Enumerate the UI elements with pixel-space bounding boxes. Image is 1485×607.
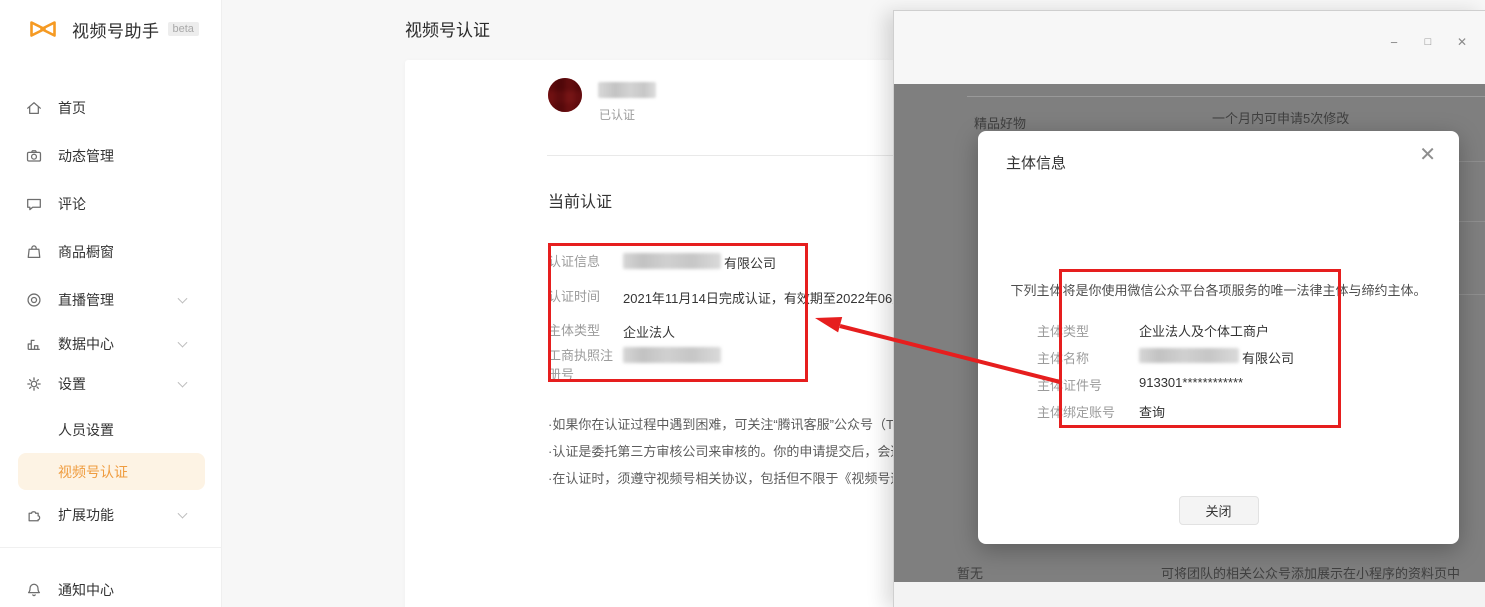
sidebar-item-label: 直播管理 <box>58 290 114 310</box>
sidebar-subitem-label: 视频号认证 <box>58 462 128 482</box>
avatar-blur <box>548 78 582 112</box>
sidebar-item-settings[interactable]: 设置 <box>0 370 222 398</box>
window-close-button[interactable]: ✕ <box>1445 29 1479 55</box>
app-title: 视频号助手 <box>72 17 160 42</box>
comment-icon <box>25 195 43 213</box>
window-maximize-button[interactable]: □ <box>1411 29 1445 55</box>
dimmed-label-none: 暂无 <box>957 563 983 582</box>
dimmed-row-divider <box>1459 161 1485 162</box>
field-label: 主体名称 <box>1037 348 1139 367</box>
dimmed-divider <box>967 96 1485 97</box>
puzzle-icon <box>25 506 43 524</box>
field-value: 2021年11月14日完成认证，有效期至2022年06月11日 <box>623 288 932 307</box>
redacted-value <box>623 253 721 269</box>
bag-icon <box>25 243 43 261</box>
modal-close-button[interactable]: 关闭 <box>1179 496 1259 525</box>
window-minimize-button[interactable]: − <box>1377 29 1411 55</box>
field-value-suffix: 有限公司 <box>724 253 776 272</box>
app-root: 视频号助手 beta 首页 动态管理 评论 商品橱窗 直播管理 数据中心 <box>0 0 1485 607</box>
sidebar-item-label: 设置 <box>58 374 86 394</box>
sidebar-item-label: 扩展功能 <box>58 505 114 525</box>
field-row-license-number: 工商执照注册号 <box>548 347 724 385</box>
sidebar-item-moments[interactable]: 动态管理 <box>0 142 222 170</box>
avatar <box>548 78 582 112</box>
dimmed-label-modify-limit: 一个月内可申请5次修改 <box>1212 108 1349 127</box>
sidebar-item-label: 通知中心 <box>58 580 114 600</box>
modal-intro-text: 下列主体将是你使用微信公众平台各项服务的唯一法律主体与缔约主体。 <box>978 280 1459 299</box>
chevron-down-icon <box>178 294 188 304</box>
modal-row-bound-account: 主体绑定账号 查询 <box>1037 402 1165 421</box>
sidebar-item-label: 动态管理 <box>58 146 114 166</box>
section-title: 当前认证 <box>548 188 612 212</box>
field-value: 企业法人 <box>623 322 675 341</box>
field-value: 企业法人及个体工商户 <box>1139 321 1269 340</box>
modal-title: 主体信息 <box>1006 152 1066 173</box>
dimmed-label-featured: 精品好物 <box>974 113 1026 132</box>
chevron-down-icon <box>178 378 188 388</box>
sidebar-item-data-center[interactable]: 数据中心 <box>0 330 222 358</box>
account-name-redacted <box>598 82 656 98</box>
chevron-down-icon <box>178 509 188 519</box>
field-value: 913301************ <box>1139 375 1243 394</box>
gear-icon <box>25 375 43 393</box>
field-label: 认证信息 <box>548 253 623 272</box>
dimmed-row-divider <box>1459 221 1485 222</box>
field-label: 主体类型 <box>1037 321 1139 340</box>
redacted-value <box>623 347 721 363</box>
field-value-suffix: 有限公司 <box>1242 348 1294 367</box>
sidebar-divider <box>0 547 222 548</box>
field-row-cert-time: 认证时间 2021年11月14日完成认证，有效期至2022年06月11日 <box>548 288 932 307</box>
field-row-cert-info: 认证信息 有限公司 <box>548 253 776 272</box>
field-label: 认证时间 <box>548 288 623 307</box>
sidebar-item-notification-center[interactable]: 通知中心 <box>0 576 222 604</box>
app-logo: 视频号助手 beta <box>28 14 199 44</box>
sidebar-item-label: 评论 <box>58 194 86 214</box>
chevron-down-icon <box>178 338 188 348</box>
certified-status: 已认证 <box>599 106 635 123</box>
modal-close-icon[interactable]: ✕ <box>1419 145 1436 165</box>
sidebar-item-live[interactable]: 直播管理 <box>0 286 222 314</box>
field-label: 工商执照注册号 <box>548 347 616 385</box>
sidebar-item-home[interactable]: 首页 <box>0 94 222 122</box>
note-line: ·如果你在认证过程中遇到困难，可关注“腾讯客服”公众号（Tencent_ <box>548 414 939 433</box>
sidebar-item-shop-window[interactable]: 商品橱窗 <box>0 238 222 266</box>
home-icon <box>25 99 43 117</box>
sidebar-item-label: 首页 <box>58 98 86 118</box>
field-row-entity-type: 主体类型 企业法人 <box>548 322 675 341</box>
overlay-window: − □ ✕ 精品好物 一个月内可申请5次修改 暂无 可将团队的相关公众号添加展示… <box>893 10 1485 607</box>
camera-icon <box>25 147 43 165</box>
redacted-value <box>1139 348 1239 363</box>
field-label: 主体绑定账号 <box>1037 402 1139 421</box>
window-titlebar[interactable]: − □ ✕ <box>894 11 1485 84</box>
sidebar-item-personnel-settings[interactable]: 人员设置 <box>0 416 222 444</box>
modal-row-subject-name: 主体名称 有限公司 <box>1037 348 1294 367</box>
sidebar-item-label: 商品橱窗 <box>58 242 114 262</box>
field-label: 主体证件号 <box>1037 375 1139 394</box>
modal-row-subject-type: 主体类型 企业法人及个体工商户 <box>1037 321 1269 340</box>
window-bottom-strip <box>894 582 1485 607</box>
sidebar-item-channel-certification[interactable]: 视频号认证 <box>18 453 205 490</box>
channels-logo-icon <box>28 14 58 44</box>
sidebar-item-comments[interactable]: 评论 <box>0 190 222 218</box>
live-icon <box>25 291 43 309</box>
page-title: 视频号认证 <box>405 16 490 41</box>
dimmed-row-divider <box>1459 294 1485 295</box>
dimmed-label-team-accounts: 可将团队的相关公众号添加展示在小程序的资料页中 <box>1161 563 1460 582</box>
bell-icon <box>25 581 43 599</box>
sidebar-item-extensions[interactable]: 扩展功能 <box>0 501 222 529</box>
chart-icon <box>25 335 43 353</box>
sidebar-subitem-label: 人员设置 <box>58 420 114 440</box>
beta-badge: beta <box>168 22 199 36</box>
sidebar: 视频号助手 beta 首页 动态管理 评论 商品橱窗 直播管理 数据中心 <box>0 0 222 607</box>
sidebar-item-label: 数据中心 <box>58 334 114 354</box>
field-label: 主体类型 <box>548 322 623 341</box>
modal-row-subject-id: 主体证件号 913301************ <box>1037 375 1243 394</box>
subject-info-modal: 主体信息 ✕ 下列主体将是你使用微信公众平台各项服务的唯一法律主体与缔约主体。 … <box>978 131 1459 544</box>
query-link[interactable]: 查询 <box>1139 402 1165 421</box>
